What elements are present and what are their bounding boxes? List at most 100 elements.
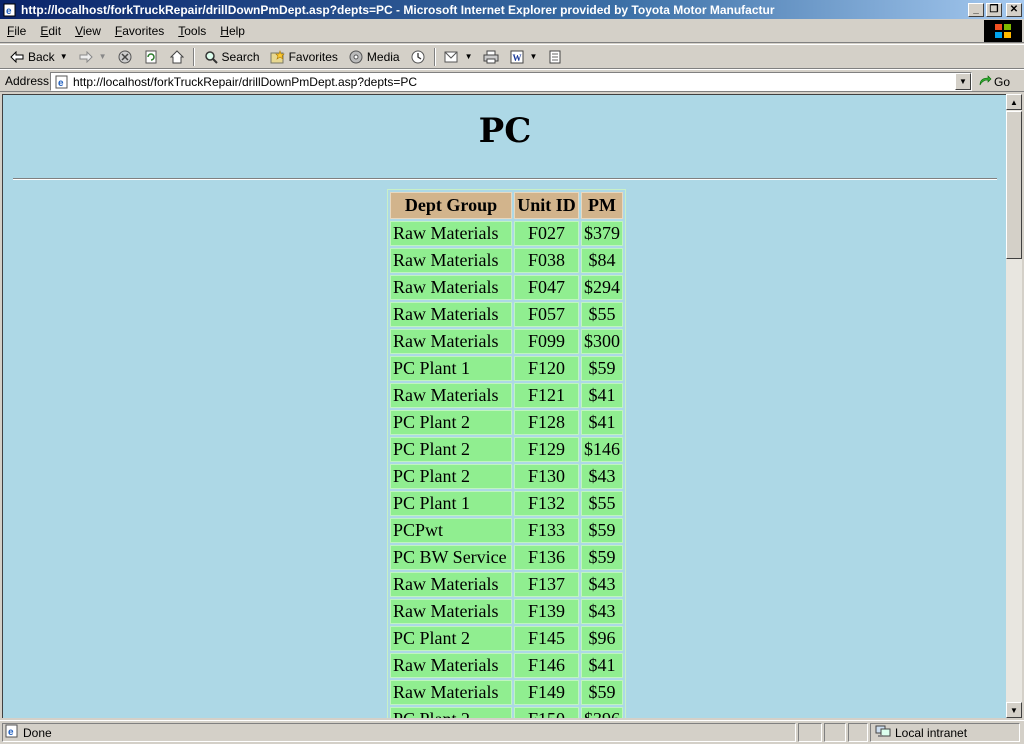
forward-dropdown-icon[interactable]: ▼ — [99, 52, 107, 61]
cell-pm: $146 — [581, 437, 623, 462]
cell-pm: $379 — [581, 221, 623, 246]
close-button[interactable]: ✕ — [1006, 2, 1022, 17]
svg-text:e: e — [6, 6, 12, 17]
intranet-icon — [875, 724, 891, 741]
back-arrow-icon — [9, 49, 25, 65]
scroll-thumb[interactable] — [1006, 111, 1022, 259]
menu-edit[interactable]: Edit — [33, 24, 68, 38]
table-header-row: Dept Group Unit ID PM — [390, 192, 623, 219]
table-row: Raw Materials F038 $84 — [390, 248, 623, 273]
cell-unit-id: F146 — [514, 653, 579, 678]
table-row: Raw Materials F121 $41 — [390, 383, 623, 408]
cell-dept-group: PC Plant 2 — [390, 464, 512, 489]
table-row: Raw Materials F149 $59 — [390, 680, 623, 705]
security-zone-label: Local intranet — [895, 725, 968, 740]
mail-button[interactable]: ▼ — [439, 46, 478, 68]
discuss-icon — [547, 49, 563, 65]
window-title-bar: e http://localhost/forkTruckRepair/drill… — [0, 0, 1024, 19]
favorites-button[interactable]: Favorites — [265, 46, 343, 68]
discuss-button[interactable] — [542, 46, 568, 68]
favorites-star-icon — [270, 49, 286, 65]
cell-dept-group: Raw Materials — [390, 248, 512, 273]
svg-text:e: e — [8, 727, 14, 738]
cell-dept-group: PCPwt — [390, 518, 512, 543]
cell-pm: $59 — [581, 680, 623, 705]
address-dropdown-icon[interactable]: ▼ — [955, 73, 971, 90]
scroll-up-button[interactable]: ▲ — [1006, 94, 1022, 110]
ie-page-icon: e — [2, 2, 18, 18]
cell-pm: $55 — [581, 302, 623, 327]
stop-button[interactable] — [112, 46, 138, 68]
cell-unit-id: F057 — [514, 302, 579, 327]
forward-button[interactable]: ▼ — [73, 46, 112, 68]
table-row: PC BW Service F136 $59 — [390, 545, 623, 570]
print-button[interactable] — [478, 46, 504, 68]
cell-pm: $55 — [581, 491, 623, 516]
cell-dept-group: PC Plant 2 — [390, 437, 512, 462]
cell-dept-group: PC Plant 1 — [390, 356, 512, 381]
svg-text:W: W — [512, 53, 521, 63]
go-arrow-icon — [978, 74, 992, 90]
cell-pm: $59 — [581, 518, 623, 543]
cell-pm: $396 — [581, 707, 623, 718]
status-cell-lock — [824, 723, 846, 742]
menu-view[interactable]: View — [68, 24, 108, 38]
menu-tools[interactable]: Tools — [171, 24, 213, 38]
refresh-button[interactable] — [138, 46, 164, 68]
menu-file[interactable]: File — [0, 24, 33, 38]
minimize-button[interactable]: _ — [968, 2, 984, 17]
restore-button[interactable]: ❐ — [986, 2, 1002, 17]
media-button[interactable]: Media — [343, 46, 405, 68]
menu-bar: File Edit View Favorites Tools Help — [0, 19, 1024, 43]
cell-dept-group: PC BW Service — [390, 545, 512, 570]
table-row: Raw Materials F137 $43 — [390, 572, 623, 597]
table-row: PC Plant 2 F145 $96 — [390, 626, 623, 651]
pm-table: Dept Group Unit ID PM Raw Materials F027 $… — [387, 189, 626, 718]
home-button[interactable] — [164, 46, 190, 68]
cell-dept-group: Raw Materials — [390, 680, 512, 705]
menu-favorites[interactable]: Favorites — [108, 24, 171, 38]
cell-pm: $96 — [581, 626, 623, 651]
table-row: Raw Materials F139 $43 — [390, 599, 623, 624]
page-content[interactable]: PC Dept Group Unit ID PM Raw Materials F0… — [2, 94, 1006, 718]
cell-dept-group: Raw Materials — [390, 329, 512, 354]
cell-unit-id: F137 — [514, 572, 579, 597]
svg-text:e: e — [58, 78, 64, 89]
cell-dept-group: PC Plant 2 — [390, 707, 512, 718]
cell-dept-group: Raw Materials — [390, 221, 512, 246]
history-button[interactable] — [405, 46, 431, 68]
forward-arrow-icon — [78, 49, 94, 65]
menu-help[interactable]: Help — [213, 24, 252, 38]
back-dropdown-icon[interactable]: ▼ — [60, 52, 68, 61]
media-icon — [348, 49, 364, 65]
table-body: Raw Materials F027 $379 Raw Materials F038 $8… — [390, 221, 623, 718]
address-input[interactable]: e http://localhost/forkTruckRepair/drill… — [50, 72, 972, 91]
search-button[interactable]: Search — [198, 46, 265, 68]
cell-dept-group: PC Plant 1 — [390, 491, 512, 516]
table-row: Raw Materials F099 $300 — [390, 329, 623, 354]
go-button[interactable]: Go — [978, 73, 1010, 91]
refresh-icon — [143, 49, 159, 65]
cell-unit-id: F132 — [514, 491, 579, 516]
vertical-scrollbar[interactable]: ▲ ▼ — [1006, 94, 1022, 718]
cell-unit-id: F038 — [514, 248, 579, 273]
cell-dept-group: Raw Materials — [390, 572, 512, 597]
column-header-pm: PM — [581, 192, 623, 219]
cell-unit-id: F149 — [514, 680, 579, 705]
edit-dropdown-icon[interactable]: ▼ — [530, 52, 538, 61]
stop-icon — [117, 49, 133, 65]
toolbar-separator — [433, 47, 436, 66]
address-url: http://localhost/forkTruckRepair/drillDo… — [73, 74, 418, 89]
mail-dropdown-icon[interactable]: ▼ — [465, 52, 473, 61]
cell-pm: $300 — [581, 329, 623, 354]
back-button[interactable]: Back ▼ — [4, 46, 73, 68]
status-cell-progress — [798, 723, 822, 742]
edit-button[interactable]: W ▼ — [504, 46, 543, 68]
cell-dept-group: Raw Materials — [390, 275, 512, 300]
scroll-down-button[interactable]: ▼ — [1006, 702, 1022, 718]
cell-dept-group: Raw Materials — [390, 383, 512, 408]
history-icon — [410, 49, 426, 65]
security-zone: Local intranet — [870, 723, 1020, 742]
cell-dept-group: PC Plant 2 — [390, 626, 512, 651]
print-icon — [483, 49, 499, 65]
